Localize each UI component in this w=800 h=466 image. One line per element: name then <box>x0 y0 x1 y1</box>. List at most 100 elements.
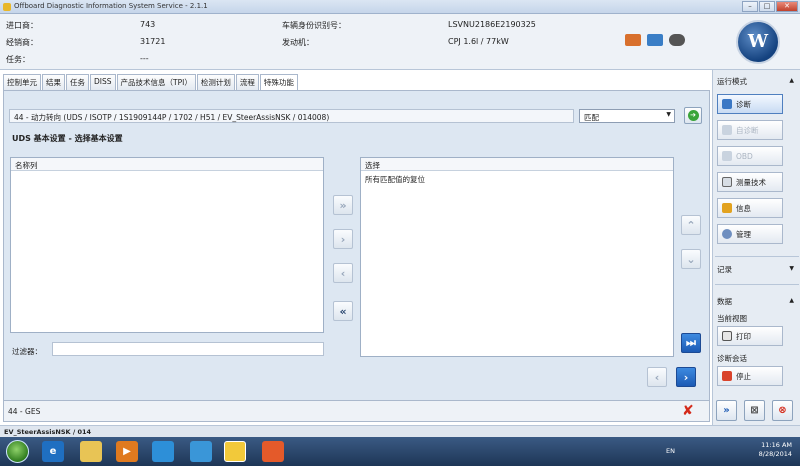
right-sidebar: 运行模式 ▲ 诊断 自诊断 OBD 测量技术 信息 管理 记录 ▼ 数据 ▲ 当… <box>712 70 800 425</box>
vehicle-info-header: 进口商： 743 经销商： 31721 任务： --- 车辆身份识别号： LSV… <box>0 14 716 70</box>
tab-tpi[interactable]: 产品技术信息（TPI） <box>116 74 196 90</box>
add-all-button[interactable]: » <box>333 195 353 215</box>
admin-button[interactable]: 管理 <box>717 224 783 244</box>
next-button[interactable]: › <box>676 367 696 387</box>
add-button[interactable]: › <box>333 229 353 249</box>
session-label: 诊断会话 <box>717 354 747 363</box>
print-button[interactable]: 打印 <box>717 326 783 346</box>
engine-value: CPJ 1.6l / 77kW <box>448 37 509 46</box>
double-chevron-right-icon: » <box>723 405 730 416</box>
go-arrow-icon: ➔ <box>687 110 699 121</box>
dealer-value: 31721 <box>140 37 166 46</box>
obd-button[interactable]: OBD <box>717 146 783 166</box>
collapse-icon[interactable]: ▲ <box>789 297 794 304</box>
move-down-button[interactable]: ⌄ <box>681 249 701 269</box>
current-view-label: 当前视图 <box>717 314 747 323</box>
chevron-down-icon: ▼ <box>666 111 671 118</box>
diagnosis-button[interactable]: 诊断 <box>717 94 783 114</box>
system-clock[interactable]: 11:16 AM 8/28/2014 <box>759 441 792 459</box>
network-icon[interactable] <box>152 441 174 462</box>
truck-icon[interactable] <box>625 34 641 46</box>
filter-input[interactable] <box>52 342 324 356</box>
tab-special-functions[interactable]: 特殊功能 <box>259 74 298 90</box>
ie-icon[interactable]: e <box>42 441 64 462</box>
measurement-button[interactable]: 测量技术 <box>717 172 783 192</box>
info-book-icon <box>722 203 732 213</box>
logo-area: W <box>716 14 800 70</box>
engine-label: 发动机： <box>282 38 314 47</box>
operating-mode-header[interactable]: 运行模式 <box>717 76 747 87</box>
diagnosis-label: 诊断 <box>736 99 751 109</box>
tab-flow[interactable]: 流程 <box>235 74 259 90</box>
chevron-left-icon: ‹ <box>340 266 346 280</box>
name-list-panel[interactable]: 名称列 <box>10 157 324 333</box>
tab-test-plan[interactable]: 检测计划 <box>196 74 235 90</box>
list-item[interactable]: 所有匹配值的复位 <box>361 171 673 188</box>
back-button[interactable]: ‹ <box>647 367 667 387</box>
vin-label: 车辆身份识别号： <box>282 21 346 30</box>
language-indicator[interactable]: EN <box>666 447 675 455</box>
divider <box>715 284 799 285</box>
match-dropdown[interactable]: 匹配 ▼ <box>579 109 675 123</box>
tab-tasks[interactable]: 任务 <box>66 74 89 90</box>
power-icon: ⊗ <box>778 405 787 416</box>
status-text: 44 - GES <box>8 407 41 416</box>
info-button[interactable]: 信息 <box>717 198 783 218</box>
status-row: 44 - GES ✘ <box>3 400 710 422</box>
move-up-button[interactable]: ⌃ <box>681 215 701 235</box>
folder-icon[interactable] <box>80 441 102 462</box>
cancel-icon[interactable]: ✘ <box>682 404 694 418</box>
importer-value: 743 <box>140 20 156 29</box>
double-chevron-right-icon: » <box>339 198 347 212</box>
chevron-left-icon: ‹ <box>654 370 660 384</box>
go-button[interactable]: ➔ <box>684 107 702 124</box>
tool-icons <box>625 34 685 46</box>
remove-button[interactable]: ‹ <box>333 263 353 283</box>
double-chevron-left-icon: « <box>339 304 347 318</box>
tab-control-unit[interactable]: 控制单元 <box>3 74 41 90</box>
info-label: 信息 <box>736 203 751 213</box>
task-label: 任务： <box>6 55 30 64</box>
minimize-button[interactable]: – <box>742 1 758 12</box>
skip-to-end-button[interactable]: ⏭ <box>681 333 701 353</box>
main-tabs: 控制单元 结果 任务 DISS 产品技术信息（TPI） 检测计划 流程 特殊功能 <box>3 74 299 90</box>
selection-panel[interactable]: 选择 所有匹配值的复位 <box>360 157 674 357</box>
self-diagnosis-button[interactable]: 自诊断 <box>717 120 783 140</box>
vci-connector-icon[interactable] <box>647 34 663 46</box>
admin-label: 管理 <box>736 229 751 239</box>
divider <box>715 256 799 257</box>
chevron-down-icon: ⌄ <box>686 252 696 266</box>
data-header[interactable]: 数据 <box>717 296 732 307</box>
forward-button[interactable]: » <box>716 400 737 421</box>
window-controls: – □ ✕ <box>742 1 798 12</box>
app-icon[interactable] <box>262 441 284 462</box>
layout-button[interactable]: ⊠ <box>744 400 765 421</box>
odis-taskbar-icon[interactable] <box>224 441 246 462</box>
expand-icon[interactable]: ▼ <box>789 265 794 272</box>
start-button[interactable] <box>6 440 29 463</box>
tab-results[interactable]: 结果 <box>42 74 65 90</box>
chevron-right-icon: › <box>340 232 346 246</box>
chevron-up-icon: ⌃ <box>686 218 696 232</box>
task-value: --- <box>140 54 149 63</box>
maximize-button[interactable]: □ <box>759 1 775 12</box>
close-window-button[interactable]: ✕ <box>776 1 798 12</box>
skip-end-icon: ⏭ <box>686 336 696 349</box>
gear-icon <box>722 229 732 239</box>
clock-date: 8/28/2014 <box>758 450 792 458</box>
name-list-header: 名称列 <box>11 158 323 171</box>
collapse-icon[interactable]: ▲ <box>789 77 794 84</box>
remove-all-button[interactable]: « <box>333 301 353 321</box>
exit-button[interactable]: ⊗ <box>772 400 793 421</box>
self-diagnosis-label: 自诊断 <box>736 125 759 135</box>
media-player-icon[interactable]: ▶ <box>116 441 138 462</box>
windows-taskbar: e ▶ EN 11:16 AM 8/28/2014 <box>0 437 800 466</box>
obd-icon <box>722 151 732 161</box>
app-icon[interactable] <box>190 441 212 462</box>
importer-label: 进口商： <box>6 21 38 30</box>
tab-diss[interactable]: DISS <box>90 74 116 90</box>
record-header[interactable]: 记录 <box>717 264 732 275</box>
cable-icon[interactable] <box>669 34 685 46</box>
stop-icon <box>722 371 732 381</box>
stop-button[interactable]: 停止 <box>717 366 783 386</box>
